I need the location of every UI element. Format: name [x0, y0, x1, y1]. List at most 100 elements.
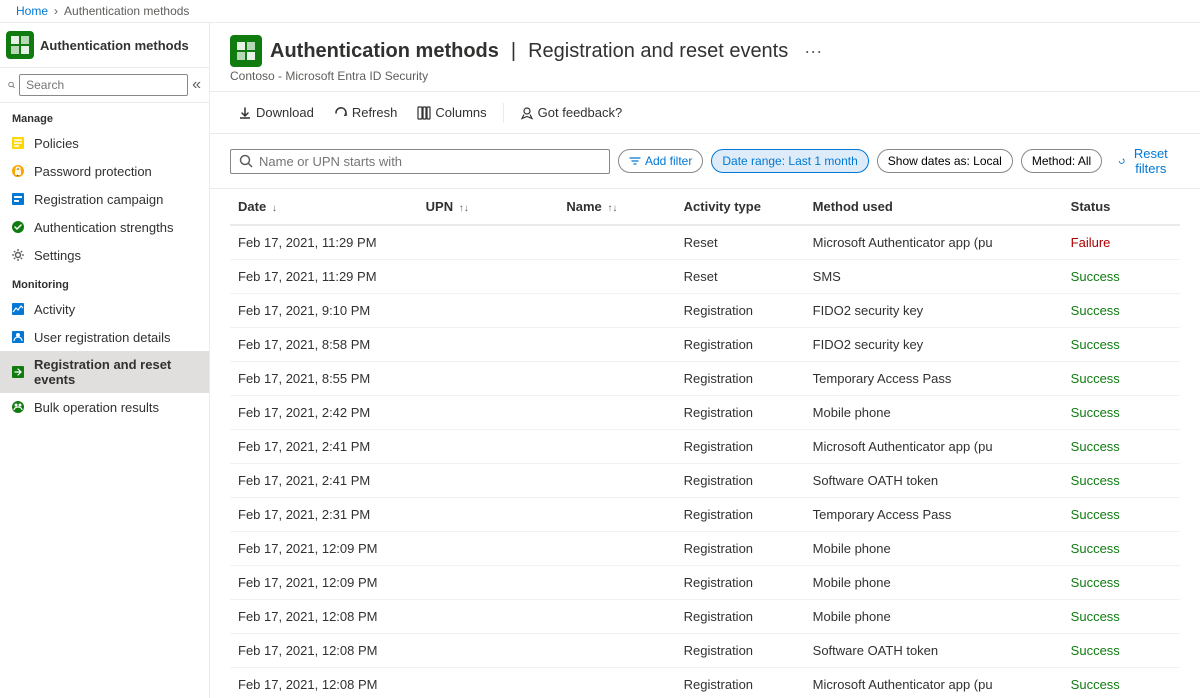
method-filter[interactable]: Method: All — [1021, 149, 1102, 173]
columns-button[interactable]: Columns — [409, 100, 494, 125]
cell-upn — [418, 532, 559, 566]
cell-method-used: Temporary Access Pass — [805, 498, 1063, 532]
cell-activity-type: Registration — [676, 430, 805, 464]
sidebar-item-registration-campaign[interactable]: Registration campaign — [0, 185, 209, 213]
cell-status: Success — [1063, 362, 1180, 396]
monitoring-section-label: Monitoring — [0, 269, 209, 295]
sidebar-item-label: User registration details — [34, 330, 171, 345]
feedback-button[interactable]: Got feedback? — [512, 100, 631, 125]
cell-date: Feb 17, 2021, 2:42 PM — [230, 396, 418, 430]
cell-activity-type: Registration — [676, 668, 805, 698]
cell-activity-type: Registration — [676, 600, 805, 634]
cell-activity-type: Registration — [676, 566, 805, 600]
table-row[interactable]: Feb 17, 2021, 12:08 PM Registration Soft… — [230, 634, 1180, 668]
cell-method-used: Mobile phone — [805, 532, 1063, 566]
refresh-icon — [334, 106, 348, 120]
cell-method-used: Mobile phone — [805, 566, 1063, 600]
table-row[interactable]: Feb 17, 2021, 12:08 PM Registration Mobi… — [230, 600, 1180, 634]
cell-status: Success — [1063, 532, 1180, 566]
col-header-method[interactable]: Method used — [805, 189, 1063, 225]
cell-status: Success — [1063, 600, 1180, 634]
table-row[interactable]: Feb 17, 2021, 8:58 PM Registration FIDO2… — [230, 328, 1180, 362]
sidebar-item-label: Authentication strengths — [34, 220, 173, 235]
refresh-button[interactable]: Refresh — [326, 100, 406, 125]
activity-icon — [10, 301, 26, 317]
page-title: Authentication methods — [270, 40, 499, 63]
cell-method-used: Temporary Access Pass — [805, 362, 1063, 396]
col-header-date[interactable]: Date ↓ — [230, 189, 418, 225]
cell-name — [558, 532, 675, 566]
date-range-filter[interactable]: Date range: Last 1 month — [711, 149, 868, 173]
sort-icon-upn: ↑↓ — [459, 203, 469, 214]
bulk-ops-icon — [10, 399, 26, 415]
col-header-status[interactable]: Status — [1063, 189, 1180, 225]
toolbar-separator — [503, 103, 504, 123]
cell-name — [558, 498, 675, 532]
cell-upn — [418, 430, 559, 464]
col-header-activity[interactable]: Activity type — [676, 189, 805, 225]
app-logo — [6, 31, 34, 59]
main-content: Authentication methods | Registration an… — [210, 23, 1200, 698]
download-icon — [238, 106, 252, 120]
table-row[interactable]: Feb 17, 2021, 2:41 PM Registration Softw… — [230, 464, 1180, 498]
cell-activity-type: Registration — [676, 464, 805, 498]
cell-status: Success — [1063, 430, 1180, 464]
cell-method-used: Software OATH token — [805, 464, 1063, 498]
download-button[interactable]: Download — [230, 100, 322, 125]
cell-date: Feb 17, 2021, 2:41 PM — [230, 464, 418, 498]
sidebar-item-policies[interactable]: Policies — [0, 129, 209, 157]
table-row[interactable]: Feb 17, 2021, 12:09 PM Registration Mobi… — [230, 532, 1180, 566]
sidebar-app-name: Authentication methods — [40, 38, 189, 53]
add-filter-button[interactable]: Add filter — [618, 149, 703, 173]
table-row[interactable]: Feb 17, 2021, 12:09 PM Registration Mobi… — [230, 566, 1180, 600]
sidebar-item-activity[interactable]: Activity — [0, 295, 209, 323]
cell-date: Feb 17, 2021, 2:31 PM — [230, 498, 418, 532]
cell-status: Success — [1063, 498, 1180, 532]
cell-name — [558, 362, 675, 396]
add-filter-icon — [629, 155, 641, 167]
col-header-upn[interactable]: UPN ↑↓ — [418, 189, 559, 225]
sidebar-item-user-registration[interactable]: User registration details — [0, 323, 209, 351]
sidebar-item-label: Policies — [34, 136, 79, 151]
breadcrumb-home[interactable]: Home — [16, 4, 48, 18]
cell-name — [558, 396, 675, 430]
cell-date: Feb 17, 2021, 12:09 PM — [230, 532, 418, 566]
page-subtitle: Registration and reset events — [528, 40, 788, 63]
filter-search-input[interactable] — [259, 154, 601, 169]
sidebar-item-auth-strengths[interactable]: Authentication strengths — [0, 213, 209, 241]
sidebar-item-label: Password protection — [34, 164, 152, 179]
search-input[interactable] — [19, 74, 188, 96]
table-row[interactable]: Feb 17, 2021, 11:29 PM Reset Microsoft A… — [230, 225, 1180, 260]
table-row[interactable]: Feb 17, 2021, 2:42 PM Registration Mobil… — [230, 396, 1180, 430]
cell-activity-type: Registration — [676, 328, 805, 362]
sidebar: Authentication methods « Manage Policies — [0, 23, 210, 698]
cell-date: Feb 17, 2021, 11:29 PM — [230, 260, 418, 294]
table-row[interactable]: Feb 17, 2021, 12:08 PM Registration Micr… — [230, 668, 1180, 698]
collapse-icon[interactable]: « — [192, 76, 201, 94]
reset-filters-button[interactable]: Reset filters — [1110, 142, 1180, 180]
sidebar-item-bulk-ops[interactable]: Bulk operation results — [0, 393, 209, 421]
cell-status: Success — [1063, 464, 1180, 498]
cell-date: Feb 17, 2021, 11:29 PM — [230, 225, 418, 260]
table-row[interactable]: Feb 17, 2021, 11:29 PM Reset SMS Success — [230, 260, 1180, 294]
sidebar-item-password-protection[interactable]: 🔒 Password protection — [0, 157, 209, 185]
sidebar-header: Authentication methods — [0, 23, 209, 68]
page-menu-icon[interactable]: ··· — [804, 41, 822, 62]
cell-status: Success — [1063, 566, 1180, 600]
table-row[interactable]: Feb 17, 2021, 2:31 PM Registration Tempo… — [230, 498, 1180, 532]
reg-reset-icon — [10, 364, 26, 380]
sort-icon-name: ↑↓ — [607, 203, 617, 214]
col-header-name[interactable]: Name ↑↓ — [558, 189, 675, 225]
cell-method-used: FIDO2 security key — [805, 294, 1063, 328]
cell-method-used: Mobile phone — [805, 600, 1063, 634]
show-dates-filter[interactable]: Show dates as: Local — [877, 149, 1013, 173]
cell-upn — [418, 294, 559, 328]
reset-icon — [1118, 155, 1125, 167]
table-row[interactable]: Feb 17, 2021, 9:10 PM Registration FIDO2… — [230, 294, 1180, 328]
table-row[interactable]: Feb 17, 2021, 8:55 PM Registration Tempo… — [230, 362, 1180, 396]
table-row[interactable]: Feb 17, 2021, 2:41 PM Registration Micro… — [230, 430, 1180, 464]
cell-activity-type: Registration — [676, 532, 805, 566]
cell-upn — [418, 600, 559, 634]
sidebar-item-reg-reset-events[interactable]: Registration and reset events — [0, 351, 209, 393]
sidebar-item-settings[interactable]: Settings — [0, 241, 209, 269]
